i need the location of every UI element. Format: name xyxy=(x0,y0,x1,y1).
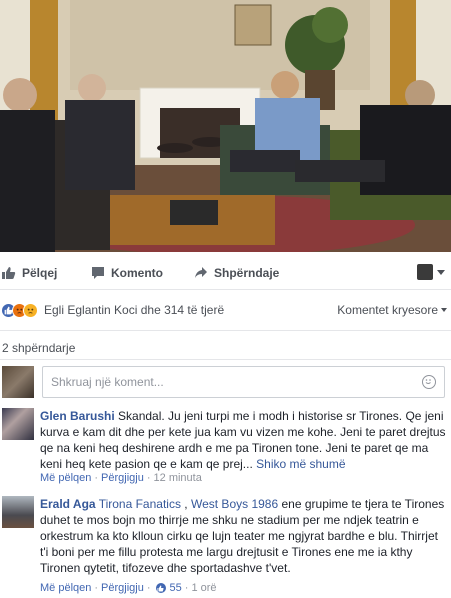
divider xyxy=(0,330,451,331)
comment-sort-dropdown[interactable]: Komentet kryesore xyxy=(337,303,447,317)
comment-like-link[interactable]: Më pëlqen xyxy=(40,472,91,484)
sad-reaction-icon[interactable] xyxy=(23,302,38,318)
comment-author[interactable]: Erald Aga xyxy=(40,497,96,511)
emoji-icon[interactable] xyxy=(422,375,436,389)
separator: · xyxy=(146,472,151,484)
share-button[interactable]: Shpërndaje xyxy=(194,266,279,280)
comment-time[interactable]: 1 orë xyxy=(191,582,216,594)
comment-author[interactable]: Glen Barushi xyxy=(40,409,115,423)
post-action-bar: Pëlqej Komento Shpërndaje xyxy=(0,258,451,290)
shares-count[interactable]: 2 shpërndarje xyxy=(2,341,75,355)
comment-composer: Shkruaj një koment... xyxy=(0,362,451,402)
avatar[interactable] xyxy=(2,496,34,528)
comment-reply-link[interactable]: Përgjigju xyxy=(101,472,144,484)
comment-meta: Më pëlqen · Përgjigju · 12 minuta xyxy=(40,472,202,484)
like-reaction-icon xyxy=(154,582,167,594)
sort-label: Komentet kryesore xyxy=(337,303,438,317)
avatar xyxy=(2,366,34,398)
comment-input[interactable]: Shkruaj një koment... xyxy=(42,366,445,398)
tagged-page-link[interactable]: West Boys 1986 xyxy=(191,497,278,511)
comment-like-link[interactable]: Më pëlqen xyxy=(40,582,91,594)
thumbs-up-icon xyxy=(2,267,16,279)
share-arrow-icon xyxy=(195,267,207,278)
reactors-summary[interactable]: Egli Eglantin Koci dhe 314 të tjerë xyxy=(44,303,224,317)
comment-body: Glen Barushi Skandal. Ju jeni turpi me i… xyxy=(40,408,448,472)
like-label: Pëlqej xyxy=(22,266,58,280)
like-count-value: 55 xyxy=(169,582,182,594)
page-avatar xyxy=(417,264,433,280)
like-button[interactable]: Pëlqej xyxy=(2,266,57,280)
comment-like-count[interactable]: 55 xyxy=(154,582,182,594)
reactions-row: Egli Eglantin Koci dhe 314 të tjerë Kome… xyxy=(0,298,451,322)
tagged-page-link[interactable]: Tirona Fanatics xyxy=(99,497,181,511)
separator: · xyxy=(94,472,99,484)
post-as-selector[interactable] xyxy=(417,264,445,280)
see-more-link[interactable]: Shiko më shumë xyxy=(256,457,345,471)
post-photo[interactable] xyxy=(0,0,451,252)
caret-down-icon xyxy=(441,308,447,312)
comment-placeholder: Shkruaj një koment... xyxy=(51,375,164,389)
comment-button[interactable]: Komento xyxy=(91,266,163,280)
comment-icon xyxy=(92,267,104,279)
meeting-photo xyxy=(0,0,451,252)
separator: · xyxy=(184,582,189,594)
separator: · xyxy=(146,582,151,594)
separator: · xyxy=(94,582,99,594)
comment-body: Erald Aga Tirona Fanatics , West Boys 19… xyxy=(40,497,445,575)
comment-time[interactable]: 12 minuta xyxy=(154,472,202,484)
share-label: Shpërndaje xyxy=(214,266,280,280)
avatar[interactable] xyxy=(2,408,34,440)
comment-label: Komento xyxy=(111,266,163,280)
divider xyxy=(0,359,451,360)
comment-reply-link[interactable]: Përgjigju xyxy=(101,582,144,594)
comment-meta: Më pëlqen · Përgjigju · 55 · 1 orë xyxy=(40,582,217,594)
chevron-down-icon xyxy=(437,269,445,275)
